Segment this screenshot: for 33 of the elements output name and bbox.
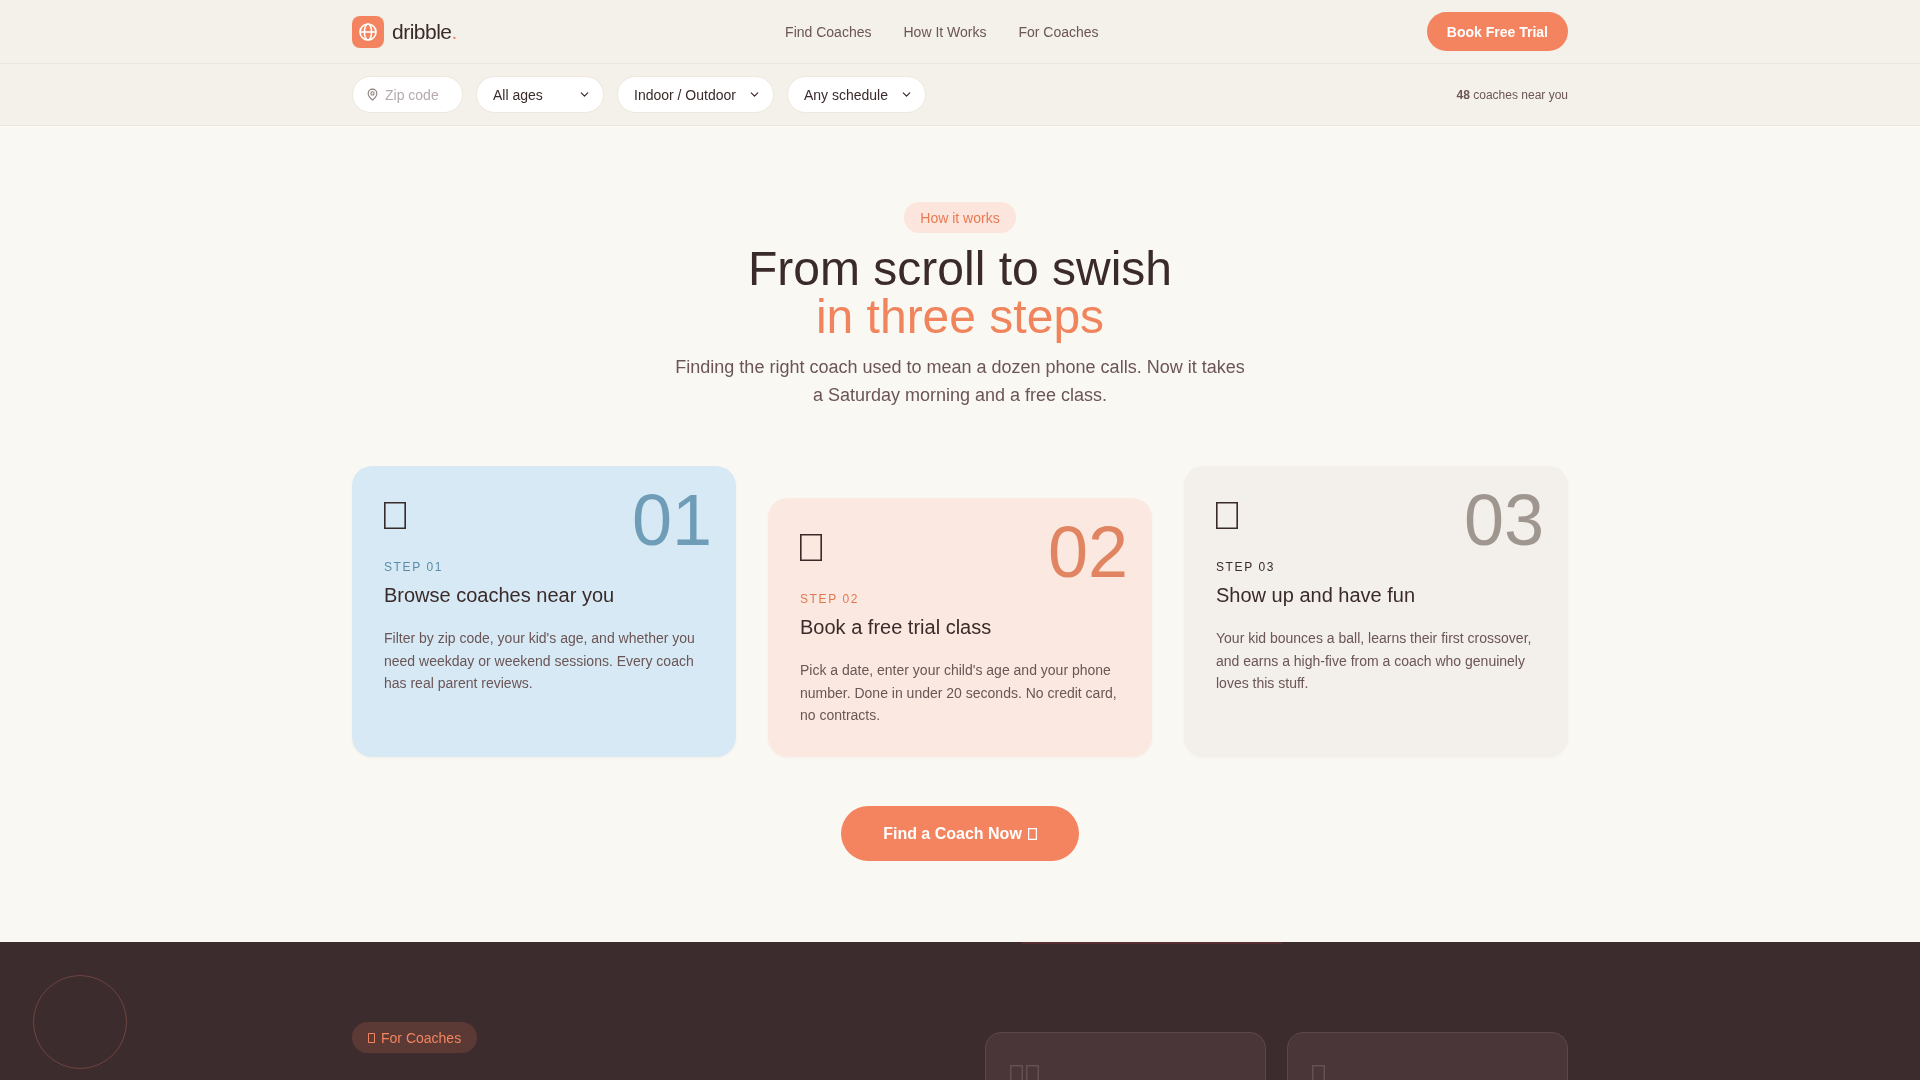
square-icon — [368, 1032, 375, 1043]
step-number: 01 — [631, 484, 712, 556]
square-icon — [800, 534, 822, 561]
square-icon — [1027, 827, 1037, 840]
step-description: Pick a date, enter your child's age and your phone number. Done in under 20 seconds. No credit card, no contracts. — [800, 661, 1118, 725]
step-label: STEP 02 — [800, 591, 859, 607]
step-title: Show up and have fun — [1216, 583, 1416, 608]
section-intro: Finding the right coach used to mean a dozen phone calls. Now it takes a Saturday morning and a free class. — [674, 356, 1246, 407]
step-description: Filter by zip code, your kid's age, and whether you need weekday or weekend sessions. Every coach has real parent reviews. — [384, 629, 696, 693]
filter-dropdown[interactable]: Any schedule — [786, 76, 926, 113]
step-title: Book a free trial class — [800, 615, 992, 640]
step-description: Your kid bounces a ball, learns their first crossover, and earns a high-five from a coach who genuinely loves this stuff. — [1216, 629, 1533, 693]
step-label: STEP 01 — [384, 559, 443, 575]
square-icon — [384, 502, 406, 529]
badge-text: For Coaches — [381, 1029, 462, 1046]
map-pin-icon — [366, 88, 379, 101]
nav-link[interactable]: How It Works — [903, 23, 987, 40]
section-badge: How it works — [904, 202, 1016, 233]
results-count: 48 coaches near you — [1456, 87, 1568, 102]
logo-text: dribble. — [392, 19, 457, 44]
section-title: From scroll to swish — [747, 245, 1173, 293]
section-title-accent: in three steps — [814, 293, 1106, 341]
step-title: Browse coaches near you — [384, 583, 615, 608]
globe-logo-icon — [352, 15, 384, 48]
square-icon — [1216, 502, 1238, 529]
zip-code-field[interactable]: Zip code — [352, 76, 463, 113]
filter-dropdown[interactable]: All ages — [476, 76, 604, 113]
step-label: STEP 03 — [1216, 559, 1275, 575]
filter-dropdown[interactable]: Indoor / Outdoor — [617, 76, 774, 113]
nav-link[interactable]: Find Coaches — [785, 23, 872, 40]
step-number: 02 — [1047, 516, 1128, 588]
nav-link[interactable]: For Coaches — [1018, 23, 1099, 40]
step-number: 03 — [1463, 484, 1544, 556]
